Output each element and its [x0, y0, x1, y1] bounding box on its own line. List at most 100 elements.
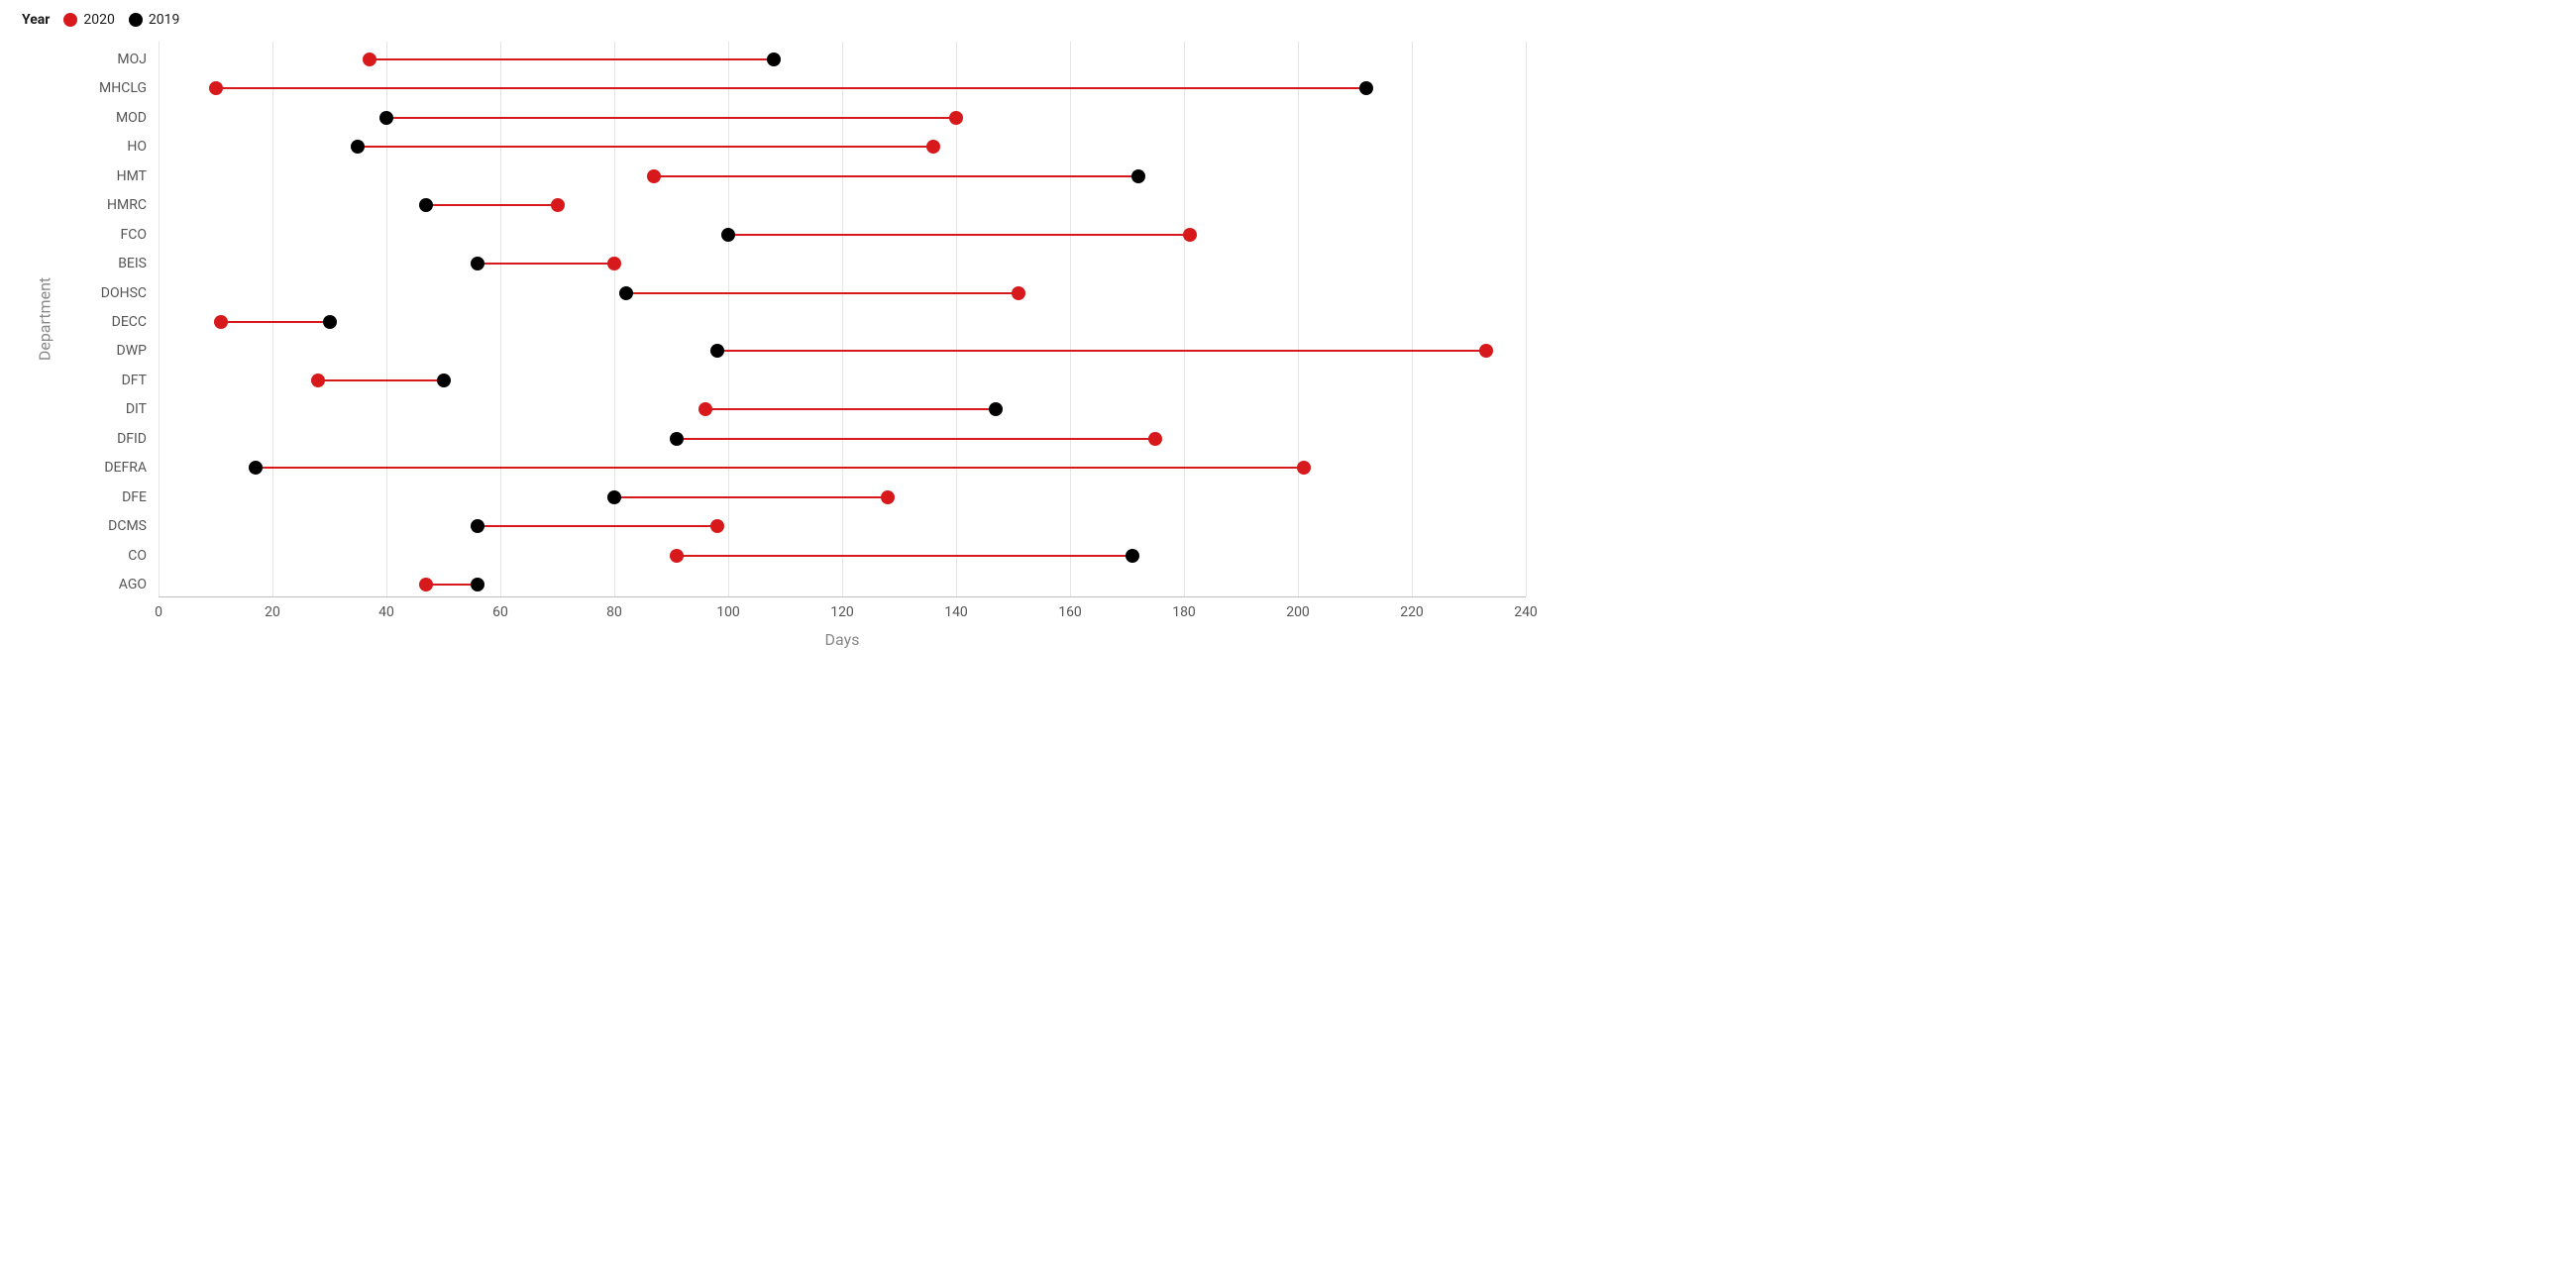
dot-2019: [767, 53, 781, 66]
y-tick-label: CO: [128, 548, 147, 564]
dot-2020: [926, 140, 940, 154]
dot-2019: [471, 519, 484, 533]
dot-2020: [1183, 228, 1197, 242]
x-tick-label: 40: [378, 604, 394, 620]
dot-2019: [1131, 169, 1145, 183]
dot-2019: [471, 257, 484, 270]
connector-bar: [370, 58, 774, 60]
y-tick-label: DOHSC: [101, 285, 147, 301]
x-tick-label: 180: [1172, 604, 1196, 620]
connector-bar: [677, 438, 1155, 440]
connector-bar: [426, 204, 557, 206]
dot-2019: [607, 490, 621, 504]
connector-bar: [478, 263, 614, 265]
x-axis-title: Days: [825, 630, 860, 649]
x-tick-label: 20: [265, 604, 280, 620]
grid-line: [159, 42, 160, 596]
y-tick-label: FCO: [121, 227, 147, 243]
x-tick-label: 0: [155, 604, 162, 620]
dot-2020: [214, 315, 228, 329]
y-tick-label: DECC: [112, 314, 147, 330]
legend-swatch-2020: [63, 13, 77, 27]
y-axis-title: Department: [36, 277, 54, 361]
chart-plot-area: Department Days 020406080100120140160180…: [159, 42, 1526, 597]
legend: Year 2020 2019: [22, 12, 1526, 28]
grid-line: [956, 42, 957, 596]
dot-2020: [647, 169, 661, 183]
dot-2020: [551, 198, 565, 212]
y-tick-label: DWP: [117, 343, 147, 359]
x-tick-label: 220: [1400, 604, 1424, 620]
y-tick-label: HO: [127, 139, 147, 155]
dot-2019: [989, 402, 1003, 416]
connector-bar: [614, 496, 888, 498]
connector-bar: [358, 146, 933, 148]
legend-item-2020: 2020: [63, 12, 114, 28]
dot-2020: [1297, 461, 1311, 475]
dot-2019: [1359, 81, 1373, 95]
dot-2019: [437, 374, 451, 387]
dot-2020: [949, 111, 963, 125]
dot-2020: [881, 490, 895, 504]
x-tick-label: 60: [492, 604, 508, 620]
x-tick-label: 80: [606, 604, 622, 620]
dot-2020: [419, 578, 433, 591]
grid-line: [1070, 42, 1071, 596]
dot-2019: [721, 228, 735, 242]
y-tick-label: MOD: [116, 110, 147, 126]
connector-bar: [386, 117, 956, 119]
x-tick-label: 240: [1514, 604, 1538, 620]
connector-bar: [705, 408, 996, 410]
dot-2019: [379, 111, 393, 125]
y-tick-label: DFE: [122, 489, 147, 505]
dot-2019: [670, 432, 684, 446]
grid-line: [272, 42, 273, 596]
connector-bar: [216, 87, 1367, 89]
legend-item-2019: 2019: [129, 12, 179, 28]
connector-bar: [478, 525, 717, 527]
x-tick-label: 200: [1286, 604, 1310, 620]
dot-2019: [1126, 549, 1139, 563]
connector-bar: [654, 175, 1138, 177]
connector-bar: [677, 555, 1132, 557]
grid-line: [842, 42, 843, 596]
dot-2020: [710, 519, 724, 533]
dot-2019: [710, 344, 724, 358]
dot-2020: [670, 549, 684, 563]
x-tick-label: 100: [716, 604, 740, 620]
dot-2019: [323, 315, 337, 329]
connector-bar: [318, 379, 444, 381]
grid-line: [1412, 42, 1413, 596]
dot-2020: [363, 53, 376, 66]
connector-bar: [728, 234, 1190, 236]
y-tick-label: DIT: [126, 401, 147, 417]
grid-line: [1184, 42, 1185, 596]
y-tick-label: BEIS: [118, 256, 147, 271]
connector-bar: [256, 467, 1304, 469]
y-tick-label: MHCLG: [99, 80, 147, 96]
y-tick-label: DCMS: [108, 518, 147, 534]
y-tick-label: AGO: [119, 577, 147, 592]
dot-2019: [351, 140, 365, 154]
grid-line: [614, 42, 615, 596]
legend-label-2019: 2019: [149, 12, 179, 28]
dot-2019: [249, 461, 263, 475]
x-tick-label: 120: [830, 604, 854, 620]
dot-2019: [471, 578, 484, 591]
y-tick-label: MOJ: [117, 52, 147, 67]
dot-2020: [1012, 286, 1025, 300]
dot-2020: [1148, 432, 1162, 446]
legend-swatch-2019: [129, 13, 143, 27]
dot-2020: [209, 81, 223, 95]
grid-line: [500, 42, 501, 596]
dot-2019: [619, 286, 633, 300]
y-tick-label: HMRC: [107, 197, 147, 213]
connector-bar: [221, 321, 329, 323]
legend-label-2020: 2020: [83, 12, 114, 28]
dot-2019: [419, 198, 433, 212]
dot-2020: [311, 374, 325, 387]
dot-2020: [1479, 344, 1493, 358]
y-tick-label: DEFRA: [104, 460, 147, 476]
grid-line: [1298, 42, 1299, 596]
x-tick-label: 140: [944, 604, 968, 620]
